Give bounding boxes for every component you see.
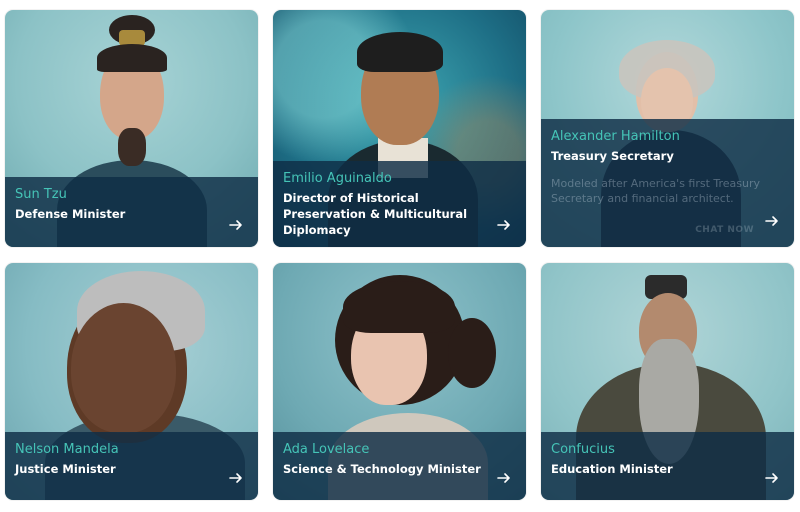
character-role: Justice Minister	[15, 462, 116, 476]
info-panel: Emilio Aguinaldo Director of Historical …	[273, 161, 526, 247]
character-role: Treasury Secretary	[551, 149, 674, 163]
info-panel: Nelson Mandela Justice Minister	[5, 432, 258, 500]
character-name: Emilio Aguinaldo	[283, 171, 392, 186]
arrow-right-icon[interactable]	[764, 470, 780, 486]
minister-card-nelson-mandela[interactable]: Nelson Mandela Justice Minister	[5, 263, 258, 500]
arrow-right-icon[interactable]	[496, 470, 512, 486]
minister-card-emilio-aguinaldo[interactable]: Emilio Aguinaldo Director of Historical …	[273, 10, 526, 247]
minister-card-sun-tzu[interactable]: Sun Tzu Defense Minister	[5, 10, 258, 247]
character-name: Sun Tzu	[15, 187, 67, 202]
arrow-right-icon[interactable]	[764, 213, 780, 229]
chat-now-button[interactable]: CHAT NOW	[695, 225, 754, 235]
info-panel: Confucius Education Minister	[541, 432, 794, 500]
character-role: Defense Minister	[15, 207, 126, 221]
minister-card-ada-lovelace[interactable]: Ada Lovelace Science & Technology Minist…	[273, 263, 526, 500]
character-description: Modeled after America's first Treasury S…	[551, 177, 761, 205]
arrow-right-icon[interactable]	[228, 470, 244, 486]
info-panel: Sun Tzu Defense Minister	[5, 177, 258, 247]
character-role: Education Minister	[551, 462, 673, 476]
character-name: Ada Lovelace	[283, 442, 370, 457]
minister-card-alexander-hamilton[interactable]: Alexander Hamilton Treasury Secretary Mo…	[541, 10, 794, 247]
character-name: Confucius	[551, 442, 615, 457]
character-role: Director of Historical Preservation & Mu…	[283, 191, 468, 237]
info-panel: Alexander Hamilton Treasury Secretary Mo…	[541, 119, 794, 247]
arrow-right-icon[interactable]	[496, 217, 512, 233]
character-name: Nelson Mandela	[15, 442, 119, 457]
character-name: Alexander Hamilton	[551, 129, 680, 144]
minister-card-confucius[interactable]: Confucius Education Minister	[541, 263, 794, 500]
info-panel: Ada Lovelace Science & Technology Minist…	[273, 432, 526, 500]
arrow-right-icon[interactable]	[228, 217, 244, 233]
character-role: Science & Technology Minister	[283, 462, 481, 476]
